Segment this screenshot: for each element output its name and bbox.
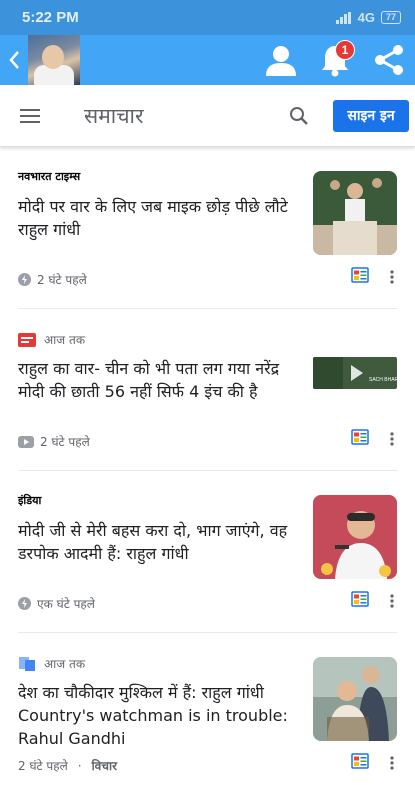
full-coverage-icon — [351, 591, 369, 607]
signin-button[interactable]: साइन इन — [333, 99, 409, 132]
more-options-button[interactable] — [387, 267, 397, 287]
article-card[interactable]: इंडिया मोदी जी से मेरी बहस करा दो, भाग ज… — [18, 471, 397, 633]
meta-separator: · — [77, 758, 82, 773]
news-toolbar: समाचार साइन इन — [0, 85, 415, 147]
article-card[interactable]: आज तक देश का चौकीदार मुश्किल में हैं: रा… — [18, 633, 397, 800]
more-vert-icon — [390, 432, 394, 446]
aaj-tak-logo-icon — [19, 656, 35, 671]
article-source: आज तक — [18, 655, 85, 672]
full-coverage-icon — [351, 429, 369, 445]
article-time: 2 घंटे पहले — [40, 435, 90, 449]
article-meta: 2 घंटे पहले — [18, 433, 90, 450]
article-thumbnail[interactable] — [313, 495, 397, 579]
source-name: आज तक — [44, 333, 86, 347]
status-indicators: 4G 77 — [335, 10, 401, 25]
source-name: इंडिया — [18, 494, 42, 507]
thumbnail-caption: SACH BHARAT — [369, 377, 397, 383]
full-coverage-button[interactable] — [351, 429, 369, 449]
article-time: एक घंटे पहले — [37, 597, 95, 611]
article-thumbnail[interactable]: SACH BHARAT — [313, 357, 397, 389]
more-options-button[interactable] — [387, 591, 397, 611]
more-options-button[interactable] — [387, 429, 397, 449]
notifications-button[interactable]: 1 — [317, 40, 355, 80]
network-type: 4G — [357, 10, 375, 25]
article-time: 2 घंटे पहले — [18, 759, 68, 773]
article-headline[interactable]: राहुल का वार- चीन को भी पता लग गया नरेंद… — [18, 357, 303, 403]
back-button[interactable] — [0, 35, 28, 85]
article-thumbnail[interactable] — [313, 171, 397, 255]
app-bar: 1 — [0, 35, 415, 85]
full-coverage-button[interactable] — [351, 591, 369, 611]
article-headline[interactable]: मोदी जी से मेरी बहस करा दो, भाग जाएंगे, … — [18, 519, 303, 565]
full-coverage-icon — [351, 753, 369, 769]
aaj-tak-logo-icon — [18, 332, 36, 347]
header-thumbnail[interactable] — [28, 35, 80, 85]
amp-lightning-icon — [18, 273, 31, 286]
search-icon — [290, 106, 308, 125]
more-vert-icon — [390, 270, 394, 284]
video-play-icon — [18, 435, 34, 448]
more-vert-icon — [390, 756, 394, 770]
article-meta: एक घंटे पहले — [18, 595, 95, 612]
full-coverage-icon — [351, 267, 369, 283]
article-headline[interactable]: देश का चौकीदार मुश्किल में हैं: राहुल गा… — [18, 681, 303, 750]
article-label: विचार — [91, 759, 117, 773]
more-vert-icon — [390, 594, 394, 608]
article-meta: 2 घंटे पहले — [18, 271, 87, 288]
person-icon — [266, 46, 296, 76]
battery-icon: 77 — [380, 11, 401, 24]
full-coverage-button[interactable] — [351, 753, 369, 773]
article-source: आज तक — [18, 331, 85, 348]
status-time: 5:22 PM — [22, 9, 79, 26]
article-card[interactable]: आज तक राहुल का वार- चीन को भी पता लग गया… — [18, 309, 397, 471]
source-name: नवभारत टाइम्स — [18, 170, 81, 183]
page-title: समाचार — [84, 103, 144, 128]
hamburger-menu-icon — [20, 108, 40, 123]
status-bar: 5:22 PM 4G 77 — [0, 0, 415, 35]
article-headline[interactable]: मोदी पर वार के लिए जब माइक छोड़ पीछे लौट… — [18, 195, 303, 241]
article-thumbnail[interactable] — [313, 657, 397, 741]
menu-button[interactable] — [0, 85, 60, 147]
source-name: आज तक — [44, 657, 86, 671]
news-feed: नवभारत टाइम्स मोदी पर वार के लिए जब माइक… — [0, 147, 415, 800]
account-button[interactable] — [263, 40, 299, 80]
notification-badge: 1 — [335, 40, 355, 60]
more-options-button[interactable] — [387, 753, 397, 773]
signal-icon — [335, 11, 351, 24]
share-button[interactable] — [371, 40, 407, 80]
amp-lightning-icon — [18, 597, 31, 610]
article-time: 2 घंटे पहले — [37, 273, 87, 287]
article-source: नवभारत टाइम्स — [18, 169, 80, 184]
full-coverage-button[interactable] — [351, 267, 369, 287]
chevron-left-icon — [9, 51, 19, 69]
article-source: इंडिया — [18, 493, 41, 508]
article-card[interactable]: नवभारत टाइम्स मोदी पर वार के लिए जब माइक… — [18, 147, 397, 309]
search-button[interactable] — [279, 96, 319, 136]
article-meta: 2 घंटे पहले · विचार — [18, 757, 117, 774]
share-icon — [375, 45, 403, 75]
